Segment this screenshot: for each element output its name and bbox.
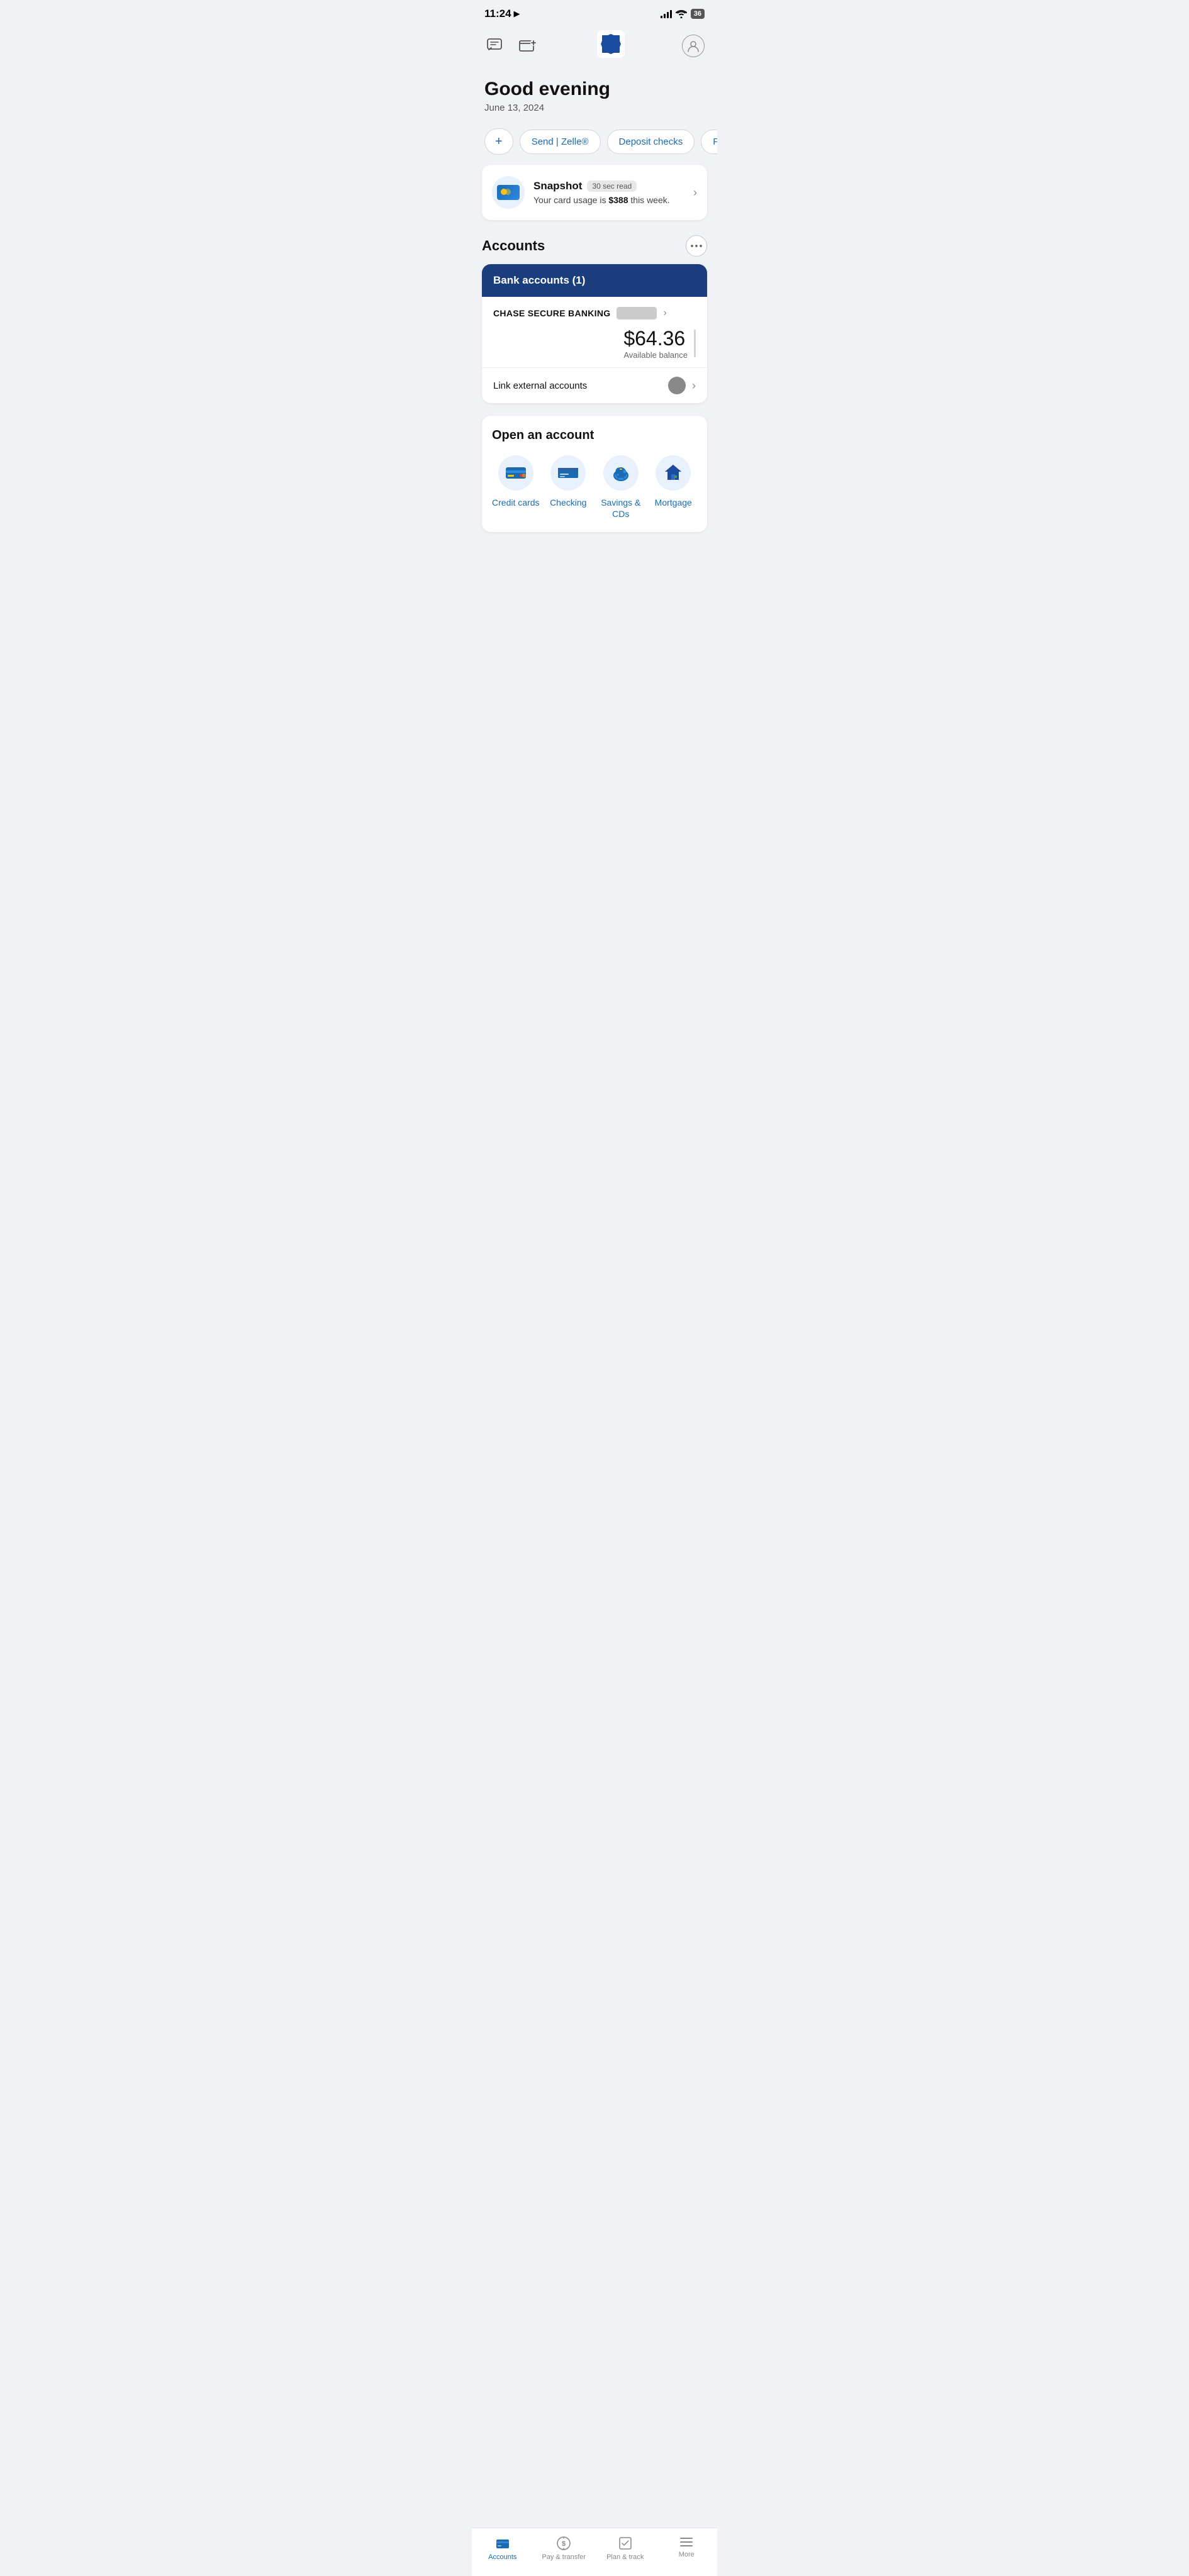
credit-card-icon-wrap	[498, 455, 533, 491]
snapshot-left: Snapshot 30 sec read Your card usage is …	[492, 176, 670, 209]
toggle-circle-icon	[668, 377, 686, 394]
credit-cards-label: Credit cards	[492, 497, 539, 508]
status-bar: 11:24 ▶ 36	[472, 0, 717, 25]
quick-actions-row: + Send | Zelle® Deposit checks Pay bills	[472, 118, 717, 165]
snapshot-read-badge: 30 sec read	[587, 180, 637, 192]
signal-bars-icon	[661, 9, 672, 18]
greeting-section: Good evening June 13, 2024	[472, 69, 717, 118]
account-number-masked	[617, 307, 657, 319]
available-balance-amount: $64.36	[623, 327, 688, 350]
open-account-grid: Credit cards Checking	[492, 455, 697, 519]
balance-bar-divider	[694, 330, 696, 357]
open-account-title: Open an account	[492, 428, 697, 443]
open-account-savings[interactable]: Savings & CDs	[597, 455, 645, 519]
snapshot-amount: $388	[608, 195, 628, 205]
header-left-icons	[484, 35, 540, 57]
available-balance-label: Available balance	[623, 350, 688, 360]
bank-balance-row: $64.36 Available balance	[493, 327, 696, 360]
snapshot-card[interactable]: Snapshot 30 sec read Your card usage is …	[482, 165, 707, 220]
checking-label: Checking	[550, 497, 586, 508]
greeting-title: Good evening	[484, 79, 705, 100]
account-row-chevron: ›	[663, 308, 666, 319]
nav-more-label: More	[679, 2551, 695, 2558]
more-nav-icon	[679, 2536, 694, 2548]
deposit-checks-button[interactable]: Deposit checks	[607, 130, 695, 154]
wifi-icon	[676, 10, 687, 18]
open-account-checking[interactable]: Checking	[545, 455, 593, 519]
nav-plan-track-label: Plan & track	[606, 2553, 644, 2561]
profile-button[interactable]	[682, 35, 705, 57]
link-external-right: ›	[668, 377, 696, 394]
link-external-chevron: ›	[692, 379, 696, 392]
open-account-credit-cards[interactable]: Credit cards	[492, 455, 540, 519]
link-external-row[interactable]: Link external accounts ›	[482, 367, 707, 403]
nav-item-plan-track[interactable]: Plan & track	[594, 2533, 656, 2563]
accounts-section-title: Accounts	[482, 238, 545, 254]
header-nav	[472, 25, 717, 69]
savings-label: Savings & CDs	[597, 497, 645, 519]
accounts-header: Accounts	[482, 235, 707, 257]
pay-bills-button[interactable]: Pay bills	[701, 130, 717, 154]
battery-indicator: 36	[691, 9, 705, 19]
accounts-options-button[interactable]	[686, 235, 707, 257]
snapshot-desc-suffix: this week.	[628, 195, 670, 205]
bank-account-name-row: CHASE SECURE BANKING ›	[493, 307, 696, 319]
bank-card-header: Bank accounts (1)	[482, 264, 707, 297]
plan-track-nav-icon	[618, 2536, 633, 2551]
add-account-icon-button[interactable]	[517, 35, 540, 57]
nav-item-more[interactable]: More	[656, 2533, 718, 2563]
checking-icon-wrap	[550, 455, 586, 491]
snapshot-title-row: Snapshot 30 sec read	[533, 180, 670, 192]
accounts-nav-icon	[495, 2536, 510, 2551]
accounts-section: Accounts Bank accounts (1) CHASE SECURE …	[472, 230, 717, 416]
balance-right: $64.36 Available balance	[623, 327, 688, 360]
snapshot-description: Your card usage is $388 this week.	[533, 195, 670, 205]
snapshot-title: Snapshot	[533, 180, 582, 192]
status-time: 11:24	[484, 8, 511, 20]
status-icons: 36	[661, 9, 705, 19]
message-icon-button[interactable]	[484, 35, 507, 57]
bank-accounts-card: Bank accounts (1) CHASE SECURE BANKING ›…	[482, 264, 707, 403]
card-image-icon	[497, 185, 520, 200]
savings-icon-wrap	[603, 455, 639, 491]
link-external-text: Link external accounts	[493, 380, 587, 391]
nav-accounts-label: Accounts	[488, 2553, 516, 2561]
snapshot-icon	[492, 176, 525, 209]
nav-item-accounts[interactable]: Accounts	[472, 2533, 533, 2563]
snapshot-text: Snapshot 30 sec read Your card usage is …	[533, 180, 670, 205]
open-account-section: Open an account Credit cards	[482, 416, 707, 532]
nav-item-pay-transfer[interactable]: $ Pay & transfer	[533, 2533, 595, 2563]
pay-transfer-nav-icon: $	[556, 2536, 571, 2551]
add-button[interactable]: +	[484, 128, 513, 155]
greeting-date: June 13, 2024	[484, 103, 705, 113]
mortgage-icon-wrap	[656, 455, 691, 491]
chase-logo	[597, 30, 625, 61]
snapshot-desc-text: Your card usage is	[533, 195, 608, 205]
mortgage-label: Mortgage	[655, 497, 692, 508]
svg-text:$: $	[562, 2540, 566, 2548]
location-arrow-icon: ▶	[514, 9, 520, 19]
bank-section-title: Bank accounts (1)	[493, 274, 585, 286]
chevron-right-icon: ›	[693, 186, 697, 199]
send-zelle-button[interactable]: Send | Zelle®	[520, 130, 601, 154]
bottom-nav: Accounts $ Pay & transfer Plan & track M…	[472, 2528, 717, 2576]
account-name: CHASE SECURE BANKING	[493, 308, 610, 318]
open-account-mortgage[interactable]: Mortgage	[650, 455, 698, 519]
bank-account-row[interactable]: CHASE SECURE BANKING › $64.36 Available …	[482, 297, 707, 367]
nav-pay-transfer-label: Pay & transfer	[542, 2553, 586, 2561]
